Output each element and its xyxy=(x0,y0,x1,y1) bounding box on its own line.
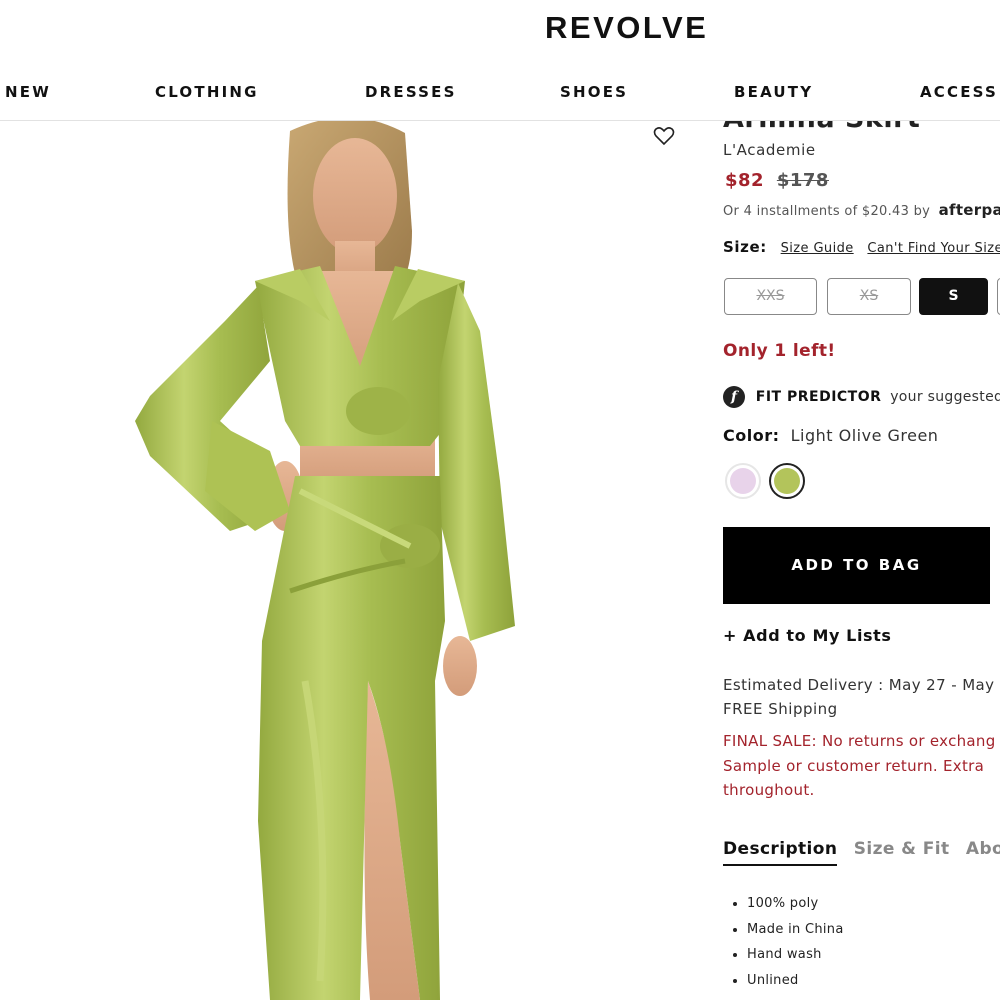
sale-price: $82 xyxy=(725,170,765,191)
list-item: 100% poly xyxy=(747,896,844,922)
model-illustration xyxy=(135,121,515,1000)
description-list: 100% poly Made in China Hand wash Unline… xyxy=(723,896,844,998)
nav-accessories[interactable]: ACCESS xyxy=(920,83,998,101)
final-sale-line: Sample or customer return. Extra xyxy=(723,756,985,775)
nav-shoes[interactable]: SHOES xyxy=(560,83,628,101)
final-sale-line: FINAL SALE: No returns or exchang xyxy=(723,732,996,750)
size-option-xxs[interactable]: XXS xyxy=(724,278,817,315)
size-option-label: XS xyxy=(859,288,879,304)
fit-predictor-icon: f xyxy=(723,386,745,408)
add-to-lists-link[interactable]: + Add to My Lists xyxy=(723,626,892,645)
swatch-dot xyxy=(774,468,800,494)
size-option-label: S xyxy=(948,288,959,304)
fit-predictor-title: FIT PREDICTOR xyxy=(755,389,882,405)
size-option-xs[interactable]: XS xyxy=(827,278,911,315)
fit-predictor-text: your suggested xyxy=(890,389,1000,405)
size-label: Size: xyxy=(723,238,767,256)
afterpay-logo[interactable]: afterpa xyxy=(939,201,1000,219)
main-nav: NEW CLOTHING DRESSES SHOES BEAUTY ACCESS xyxy=(0,83,1000,103)
installments-text: Or 4 installments of $20.43 by afterpa xyxy=(723,201,1000,219)
free-shipping: FREE Shipping xyxy=(723,700,838,718)
stock-warning: Only 1 left! xyxy=(723,341,836,361)
product-brand[interactable]: L'Academie xyxy=(723,141,816,159)
color-swatch-lilac[interactable] xyxy=(725,463,761,499)
size-row: Size: Size Guide Can't Find Your Size xyxy=(723,238,1000,256)
tab-size-fit[interactable]: Size & Fit xyxy=(854,839,950,864)
tab-description[interactable]: Description xyxy=(723,839,838,866)
cant-find-size-link[interactable]: Can't Find Your Size xyxy=(867,241,1000,256)
nav-new[interactable]: NEW xyxy=(5,83,51,101)
size-option-s[interactable]: S xyxy=(919,278,988,315)
size-option-label: XXS xyxy=(756,288,785,304)
fit-predictor[interactable]: f FIT PREDICTOR your suggested xyxy=(723,386,1000,408)
detail-tabs: Description Size & Fit About xyxy=(723,839,1000,866)
color-label: Color: xyxy=(723,426,780,445)
list-item: Unlined xyxy=(747,973,844,999)
product-info-panel: Armina Skirt L'Academie $82 $178 Or 4 in… xyxy=(723,121,1000,1000)
nav-dresses[interactable]: DRESSES xyxy=(365,83,457,101)
product-name: Armina Skirt xyxy=(723,121,920,134)
product-image[interactable] xyxy=(0,121,700,1000)
site-header: REVOLVE NEW CLOTHING DRESSES SHOES BEAUT… xyxy=(0,0,1000,121)
list-item: Made in China xyxy=(747,922,844,948)
tab-about[interactable]: About xyxy=(966,839,1000,864)
nav-beauty[interactable]: BEAUTY xyxy=(734,83,813,101)
swatch-dot xyxy=(730,468,756,494)
original-price: $178 xyxy=(776,170,829,191)
color-value: Light Olive Green xyxy=(790,426,939,445)
list-item: Hand wash xyxy=(747,947,844,973)
color-swatch-light-olive-green[interactable] xyxy=(769,463,805,499)
color-row: Color: Light Olive Green xyxy=(723,426,938,445)
final-sale-line: throughout. xyxy=(723,781,815,799)
add-to-bag-button[interactable]: ADD TO BAG xyxy=(723,527,990,604)
price-row: $82 $178 xyxy=(725,170,829,191)
final-sale-notice: FINAL SALE: No returns or exchang Sample… xyxy=(723,729,1000,803)
nav-clothing[interactable]: CLOTHING xyxy=(155,83,259,101)
estimated-delivery: Estimated Delivery : May 27 - May xyxy=(723,676,995,694)
revolve-logo[interactable]: REVOLVE xyxy=(545,10,708,46)
size-guide-link[interactable]: Size Guide xyxy=(781,241,854,256)
wishlist-heart-icon[interactable] xyxy=(652,124,676,148)
header-divider xyxy=(0,120,1000,121)
installments-label: Or 4 installments of $20.43 by xyxy=(723,204,931,219)
